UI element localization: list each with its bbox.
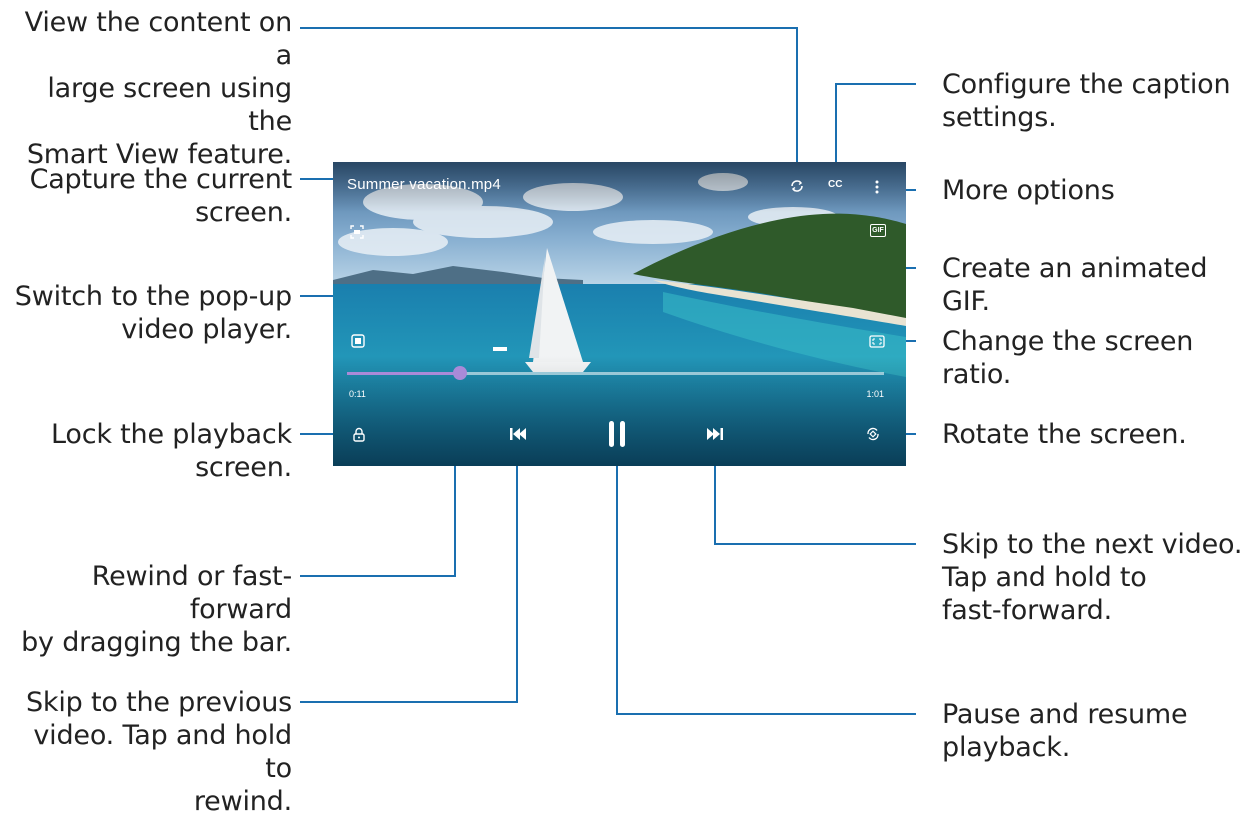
caption-settings-button[interactable]: CC [828,179,842,190]
annotation-smart-view: View the content on a large screen using… [24,7,293,170]
screen-ratio-button[interactable] [867,332,887,350]
skip-next-icon [707,428,723,440]
pause-icon [609,421,625,447]
annotation-caption: Configure the caption settings. [942,69,1231,133]
gif-button[interactable]: GIF [870,224,886,237]
video-filename: Summer vacation.mp4 [347,176,501,193]
annotation-seek: Rewind or fast-forward by dragging the b… [21,561,292,658]
skip-previous-icon [510,428,526,440]
more-vertical-icon [875,180,879,194]
annotation-popup: Switch to the pop-up video player. [14,281,292,345]
annotation-gif: Create an animated GIF. [942,253,1208,317]
previous-button[interactable] [507,424,529,444]
annotation-capture: Capture the current screen. [29,164,293,228]
next-button[interactable] [704,424,726,444]
annotation-rotate: Rotate the screen. [942,419,1187,450]
capture-button[interactable] [347,222,367,242]
annotation-pause: Pause and resume playback. [942,699,1188,763]
video-player-screen[interactable]: Summer vacation.mp4 CC GIF 0:11 1:01 [333,162,906,466]
annotation-next: Skip to the next video. Tap and hold to … [942,529,1243,626]
popup-player-icon [351,334,365,348]
lock-icon [353,427,365,442]
annotation-ratio: Change the screen ratio. [942,326,1194,390]
total-duration: 1:01 [866,389,884,399]
more-options-button[interactable] [870,178,884,196]
smart-view-icon [791,180,803,192]
seek-bar-progress [347,372,460,375]
screen-ratio-icon [869,334,885,348]
pause-button[interactable] [605,418,629,450]
smart-view-button[interactable] [787,176,807,196]
elapsed-time: 0:11 [349,389,366,399]
rotate-icon [867,427,879,441]
annotation-more: More options [942,175,1115,206]
seek-bar[interactable] [347,366,884,380]
annotation-previous: Skip to the previous video. Tap and hold… [25,687,292,817]
seek-bar-handle[interactable] [452,366,467,380]
annotation-lock: Lock the playback screen. [51,419,292,483]
rotate-button[interactable] [863,424,883,444]
popup-player-button[interactable] [349,332,367,350]
capture-icon [350,225,364,239]
lock-button[interactable] [350,424,368,444]
